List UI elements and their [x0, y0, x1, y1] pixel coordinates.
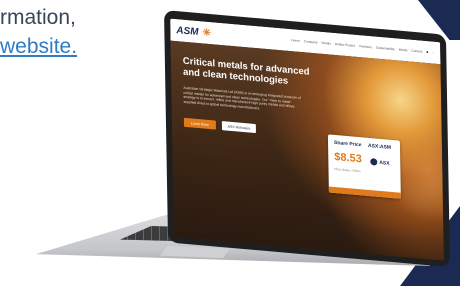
- flag-icon[interactable]: ■: [426, 50, 428, 54]
- nav-dubbo-project[interactable]: Dubbo Project: [335, 42, 355, 48]
- share-card-button[interactable]: [328, 186, 401, 199]
- hero-title: Critical metals for advanced and clean t…: [183, 56, 310, 89]
- asx-releases-button[interactable]: ASX Releases: [221, 121, 256, 134]
- nav-sustainability[interactable]: Sustainability: [376, 46, 395, 52]
- hero-description: Australian Strategic Materials Ltd (ASM)…: [183, 85, 301, 111]
- learn-more-button[interactable]: Learn More: [183, 117, 216, 130]
- search-icon[interactable]: ○: [432, 51, 434, 55]
- laptop-screen: ASM ✳ Home Company Metals Dubbo Project …: [170, 18, 444, 261]
- share-price-card: Share Price ASX:ASM $8.53 Price Delay ~2…: [327, 134, 401, 199]
- laptop-screen-frame: ASM ✳ Home Company Metals Dubbo Project …: [164, 10, 451, 268]
- asx-logo: ASX: [370, 158, 390, 167]
- laptop-mockup: ASM ✳ Home Company Metals Dubbo Project …: [0, 0, 460, 286]
- hero-section: Critical metals for advanced and clean t…: [170, 40, 444, 261]
- share-ticker: ASX:ASM: [367, 142, 392, 151]
- logo-mark-icon: ✳: [202, 26, 212, 39]
- asx-logo-icon: [370, 158, 378, 166]
- site-logo[interactable]: ASM: [176, 25, 198, 38]
- share-price-label: Share Price: [333, 139, 362, 149]
- price-delay-note: Price Delay ~20min: [334, 166, 361, 174]
- nav-home[interactable]: Home: [291, 38, 300, 43]
- asx-label: ASX: [379, 159, 390, 167]
- nav-company[interactable]: Company: [304, 39, 318, 44]
- nav-media[interactable]: Media: [399, 48, 408, 53]
- share-price-value: $8.53: [334, 150, 362, 166]
- nav-contact[interactable]: Contact: [411, 49, 422, 54]
- nav-investors[interactable]: Investors: [359, 44, 372, 49]
- nav-metals[interactable]: Metals: [321, 41, 330, 46]
